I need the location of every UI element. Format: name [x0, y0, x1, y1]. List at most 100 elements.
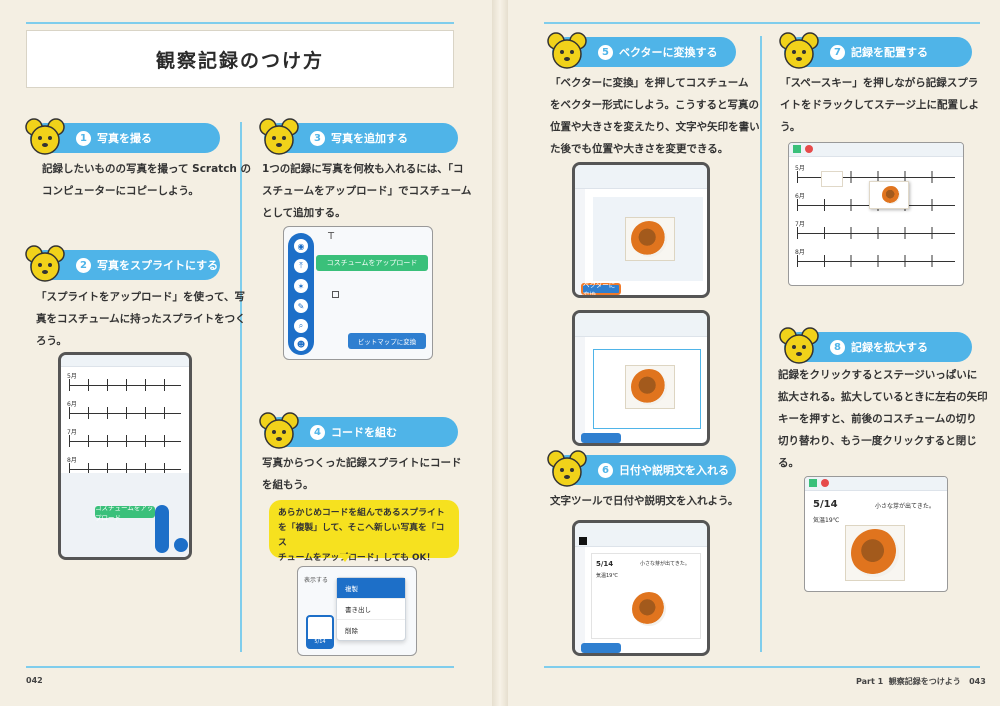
text-tool-screenshot: 5/14 気温19℃ 小さな芽が出てきた。: [572, 520, 710, 656]
note-temperature: 気温19℃: [596, 573, 618, 579]
step-6-text: 文字ツールで日付や説明文を入れよう。: [550, 495, 739, 507]
sprite-thumbnail[interactable]: 5/14: [306, 615, 334, 649]
upload-costume-tooltip: コスチュームをアップロード: [316, 255, 428, 271]
mouse-mascot-icon: [25, 118, 65, 155]
tip-speech-bubble: あらかじめコードを組んであるスプライト を「複製」して、そこへ新しい写真を「コスチ…: [269, 500, 459, 563]
step-heading: コードを組む: [331, 426, 397, 439]
step-6-header: 6 日付や説明文を入れる: [547, 450, 736, 487]
step-7-header: 7 記録を配置する: [779, 32, 972, 69]
page-title-box: 観察記録のつけ方: [26, 30, 454, 88]
note-date: 5/14: [813, 499, 838, 510]
step-4-text: 写真からつくった記録スプライトにコード を組もう。: [262, 457, 462, 491]
food-photo: [851, 529, 899, 577]
column-divider: [760, 36, 762, 652]
delete-menu-item[interactable]: 削除: [337, 620, 405, 640]
bitmap-editor-screenshot: ベクターに変換: [572, 162, 710, 298]
step-number: 3: [310, 130, 325, 146]
green-flag-icon[interactable]: [809, 479, 817, 487]
step-5-text: 「ベクターに変換」を押してコスチューム をベクター形式にしよう。こうすると写真の …: [550, 77, 760, 155]
sprite-editor-screenshot: 5月 6月 7月 8月 コスチュームをアップロード: [58, 352, 192, 560]
page-number-left: 042: [26, 676, 43, 685]
text-tool-icon: T: [328, 231, 335, 242]
food-photo: [632, 592, 666, 626]
mouse-mascot-icon: [547, 450, 587, 487]
costume-upload-screenshot: ◉ ⤒ ✶ ✎ ⌕ ☻ コスチュームをアップロード T ビットマップに変換: [283, 226, 433, 360]
duplicate-menu-item[interactable]: 複製: [337, 578, 405, 599]
note-date: 5/14: [596, 560, 614, 568]
bottom-rule: [26, 666, 454, 668]
paint-icon[interactable]: ✎: [294, 299, 308, 313]
dragged-record[interactable]: [869, 181, 909, 209]
left-page: 観察記録のつけ方 1 写真を撮る 記録したいものの写真を撮って Scratch …: [0, 0, 492, 706]
screenshot-toolbar: [61, 355, 189, 367]
rect-tool-icon: [332, 291, 339, 298]
step-number: 8: [830, 339, 845, 355]
step-number: 2: [76, 257, 91, 273]
footer-part: Part 1 観察記録をつけよう 043: [856, 677, 986, 686]
step-5-header: 5 ベクターに変換する: [547, 32, 736, 69]
enlarged-record-screenshot: 5/14 気温19℃ 小さな芽が出てきた。: [804, 476, 948, 592]
step-heading: 写真を撮る: [97, 132, 152, 145]
stop-icon[interactable]: [805, 145, 813, 153]
step-heading: 記録を拡大する: [851, 341, 928, 354]
convert-button[interactable]: [581, 433, 621, 443]
step-7-text: 「スペースキー」を押しながら記録スプラ イトをドラックしてステージ上に配置しよ う。: [780, 77, 979, 133]
upload-costume-tab-button[interactable]: コスチュームをアップロード: [95, 504, 155, 522]
step-2-text: 「スプライトをアップロード」を使って、写 真をコスチュームに持ったスプライトをつく…: [36, 291, 246, 347]
step-heading: 写真をスプライトにする: [97, 259, 219, 272]
step-1-header: 1 写真を撮る: [25, 118, 220, 155]
step-1-text: 記録したいものの写真を撮って Scratch のコンピューターにコピーしよう。: [42, 163, 252, 197]
stop-icon[interactable]: [821, 479, 829, 487]
mouse-mascot-icon: [779, 32, 819, 69]
step-number: 4: [310, 424, 325, 440]
step-heading: 記録を配置する: [851, 46, 928, 59]
step-4-header: 4 コードを組む: [259, 412, 458, 449]
bottom-rule: [544, 666, 980, 668]
surprise-icon[interactable]: ✶: [294, 279, 308, 293]
sprite-context-menu-screenshot: 表示する 5/14 複製 書き出し 削除: [297, 566, 417, 656]
show-label: 表示する: [304, 577, 329, 584]
camera-icon[interactable]: ◉: [294, 239, 308, 253]
stage-calendar-screenshot: 5月 6月 7月 8月: [788, 142, 964, 286]
search-icon[interactable]: ⌕: [294, 319, 308, 333]
convert-to-bitmap-button[interactable]: ビットマップに変換: [348, 333, 426, 349]
convert-to-vector-button[interactable]: ベクターに変換: [581, 281, 621, 295]
green-flag-icon[interactable]: [793, 145, 801, 153]
vector-editor-screenshot: [572, 310, 710, 446]
context-menu: 複製 書き出し 削除: [336, 577, 406, 641]
step-number: 5: [598, 44, 613, 60]
step-number: 7: [830, 44, 845, 60]
step-heading: 写真を追加する: [331, 132, 408, 145]
step-heading: ベクターに変換する: [619, 46, 718, 59]
food-photo: [631, 369, 667, 405]
step-8-text: 記録をクリックするとステージいっぱいに 拡大される。拡大しているときに左右の矢印 …: [778, 369, 988, 469]
step-number: 6: [598, 462, 613, 478]
step-3-text: 1つの記録に写真を何枚も入れるには、「コ スチュームをアップロード」でコスチューム…: [262, 163, 472, 219]
page-title: 観察記録のつけ方: [155, 49, 324, 72]
record-thumbnail[interactable]: [821, 171, 843, 187]
export-menu-item[interactable]: 書き出し: [337, 599, 405, 620]
right-page: 5 ベクターに変換する 「ベクターに変換」を押してコスチューム をベクター形式にし…: [508, 0, 1000, 706]
step-2-header: 2 写真をスプライトにする: [25, 245, 220, 282]
note-caption: 小さな芽が出てきた。: [640, 561, 690, 567]
sprite-menu-pill[interactable]: [155, 505, 169, 553]
mouse-mascot-icon: [259, 412, 299, 449]
step-3-header: 3 写真を追加する: [259, 118, 458, 155]
step-heading: 日付や説明文を入れる: [619, 464, 729, 477]
food-photo: [631, 221, 667, 257]
mouse-mascot-icon: [259, 118, 299, 155]
top-rule: [544, 22, 980, 24]
note-temperature: 気温19℃: [813, 517, 840, 524]
mouse-mascot-icon: [779, 327, 819, 364]
page-number-right: 043: [969, 677, 986, 686]
cat-icon[interactable]: ☻: [294, 337, 308, 351]
mouse-mascot-icon: [547, 32, 587, 69]
step-8-header: 8 記録を拡大する: [779, 327, 972, 364]
book-gutter: [492, 0, 508, 706]
step-number: 1: [76, 130, 91, 146]
choose-sprite-button[interactable]: [174, 538, 188, 552]
convert-button[interactable]: [581, 643, 621, 653]
mouse-mascot-icon: [25, 245, 65, 282]
upload-icon[interactable]: ⤒: [294, 259, 308, 273]
top-rule: [26, 22, 454, 24]
